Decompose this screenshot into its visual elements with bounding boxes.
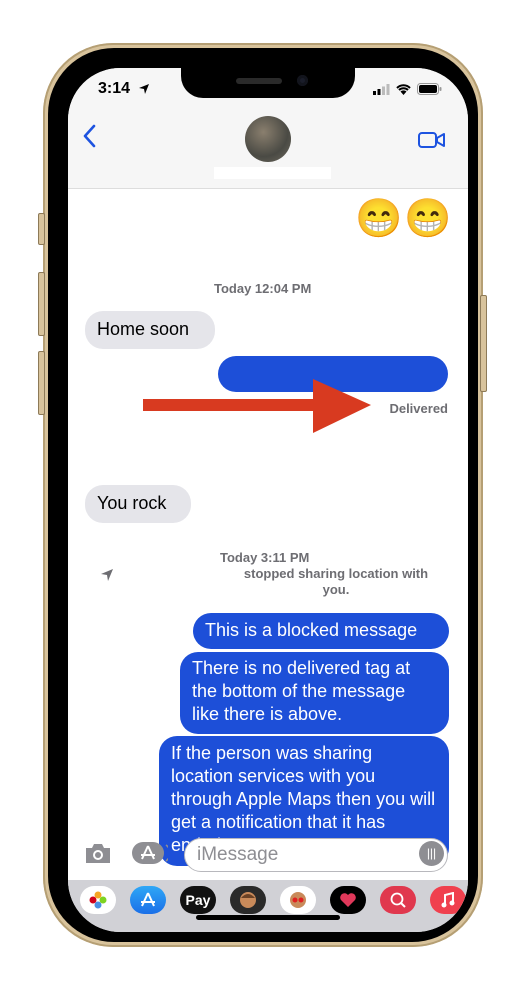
silent-switch: [38, 213, 45, 245]
battery-icon: [417, 83, 442, 95]
emoji-grin-1: 😁: [355, 198, 403, 240]
location-arrow-icon: [139, 84, 149, 94]
outgoing-message[interactable]: There is no delivered tag at the bottom …: [180, 652, 449, 734]
compose-bar: iMessage |||: [68, 836, 468, 876]
message-list: 😁 😁 Today 12:04 PM Home soon Delivered Y…: [68, 188, 468, 866]
timestamp: Today 12:04 PM: [214, 281, 312, 296]
volume-up-button: [38, 272, 45, 336]
notch: [181, 68, 355, 98]
location-arrow-icon: [101, 569, 113, 581]
annotation-arrow: [143, 379, 371, 433]
front-camera: [297, 75, 308, 86]
memoji-stickers-icon[interactable]: [280, 886, 316, 914]
side-button: [480, 295, 487, 392]
incoming-message[interactable]: Home soon: [85, 311, 215, 349]
back-button[interactable]: [82, 124, 96, 154]
status-icons: [373, 83, 442, 95]
volume-down-button: [38, 351, 45, 415]
speaker: [236, 78, 282, 84]
home-indicator[interactable]: [196, 915, 340, 920]
video-call-icon[interactable]: [418, 131, 446, 149]
contact-name-redacted[interactable]: [214, 167, 331, 179]
wifi-icon: [396, 83, 411, 95]
delivered-label: Delivered: [389, 401, 448, 416]
phone-frame: 3:14 😁 😁 Today 12:04 PM Home soon Delive…: [43, 43, 483, 947]
screen: 3:14 😁 😁 Today 12:04 PM Home soon Delive…: [68, 68, 468, 932]
incoming-message[interactable]: You rock: [85, 485, 191, 523]
chevron-left-icon: [83, 124, 96, 148]
digital-touch-icon[interactable]: [330, 886, 366, 914]
memoji-app-icon[interactable]: [230, 886, 266, 914]
message-input[interactable]: iMessage: [184, 838, 448, 872]
location-sharing-notice: stopped sharing location with you.: [243, 566, 429, 597]
images-search-icon[interactable]: [380, 886, 416, 914]
apple-pay-icon[interactable]: Pay: [180, 886, 216, 914]
phone-bezel: 3:14 😁 😁 Today 12:04 PM Home soon Delive…: [48, 48, 478, 942]
apple-pay-label: Pay: [185, 892, 211, 908]
status-time: 3:14: [98, 80, 131, 97]
outgoing-message[interactable]: This is a blocked message: [193, 613, 449, 649]
contact-avatar[interactable]: [245, 116, 291, 162]
music-app-icon[interactable]: [430, 886, 466, 914]
emoji-grin-2: 😁: [404, 198, 452, 240]
app-store-drawer-icon[interactable]: [130, 886, 166, 914]
timestamp: Today 3:11 PM: [220, 550, 310, 565]
app-store-icon[interactable]: [132, 841, 168, 865]
app-drawer: Pay: [68, 880, 468, 932]
camera-icon[interactable]: [84, 841, 112, 865]
signal-icon: [373, 83, 390, 95]
audio-waveform-icon[interactable]: |||: [419, 841, 444, 866]
photos-app-icon[interactable]: [80, 886, 116, 914]
